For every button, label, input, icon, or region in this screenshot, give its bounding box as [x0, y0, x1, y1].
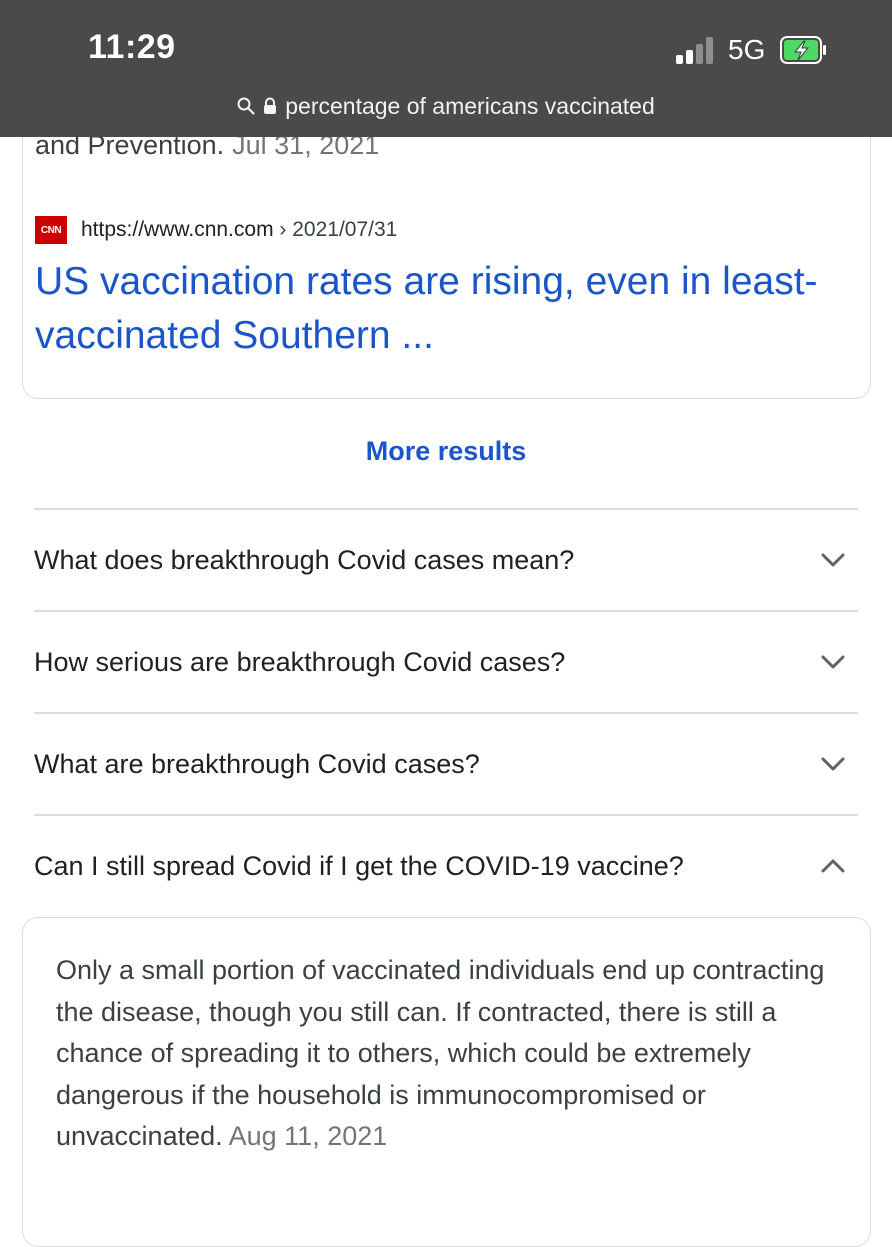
- result-url[interactable]: https://www.cnn.com › 2021/07/31: [81, 218, 397, 242]
- result-source[interactable]: CNN https://www.cnn.com › 2021/07/31: [35, 216, 397, 244]
- signal-strength-icon: [676, 36, 716, 64]
- question-item[interactable]: What are breakthrough Covid cases?: [34, 714, 858, 814]
- result-url-path: › 2021/07/31: [279, 218, 398, 241]
- lock-icon: [263, 97, 277, 115]
- search-icon: [237, 97, 255, 115]
- question-text: How serious are breakthrough Covid cases…: [34, 646, 566, 677]
- result-title-link[interactable]: US vaccination rates are rising, even in…: [35, 255, 825, 363]
- network-type: 5G: [728, 34, 766, 65]
- chevron-down-icon: [821, 553, 845, 567]
- question-text: What does breakthrough Covid cases mean?: [34, 544, 575, 575]
- cnn-favicon-icon: CNN: [35, 216, 67, 244]
- battery-charging-icon: [780, 36, 828, 64]
- question-text: Can I still spread Covid if I get the CO…: [34, 850, 684, 881]
- question-item-expanded[interactable]: Can I still spread Covid if I get the CO…: [34, 816, 858, 916]
- question-text: What are breakthrough Covid cases?: [34, 748, 480, 779]
- answer-text: Only a small portion of vaccinated indiv…: [56, 955, 825, 1151]
- status-time: 11:29: [88, 28, 176, 66]
- answer-date: Aug 11, 2021: [228, 1121, 388, 1151]
- question-item[interactable]: How serious are breakthrough Covid cases…: [34, 612, 858, 712]
- chevron-up-icon: [821, 859, 845, 873]
- chevron-down-icon: [821, 757, 845, 771]
- more-results-button[interactable]: More results: [0, 436, 892, 467]
- address-query: percentage of americans vaccinated: [285, 92, 655, 119]
- browser-top-bar: 11:29 5G percentage of americans vaccina…: [0, 0, 892, 137]
- answer-snippet: Only a small portion of vaccinated indiv…: [56, 950, 846, 1158]
- address-bar[interactable]: percentage of americans vaccinated: [0, 86, 892, 126]
- result-url-domain: https://www.cnn.com: [81, 218, 274, 241]
- question-item[interactable]: What does breakthrough Covid cases mean?: [34, 510, 858, 610]
- chevron-down-icon: [821, 655, 845, 669]
